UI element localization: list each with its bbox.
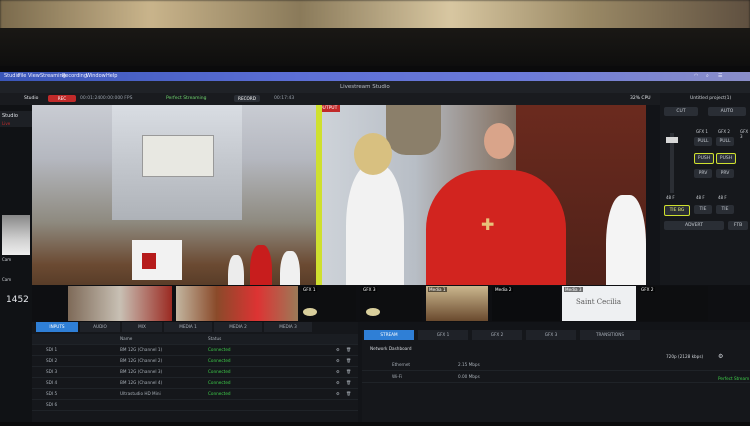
title-bar: Livestream Studio: [0, 81, 750, 93]
menu-item-window[interactable]: Window: [86, 73, 106, 79]
trash-icon[interactable]: 🗑: [346, 356, 351, 366]
tab-gfx3[interactable]: GFX 3: [526, 330, 576, 340]
project-name: Untitled project(1): [690, 96, 732, 101]
tie-bg-button[interactable]: TIE BG: [664, 205, 690, 216]
tab-stream[interactable]: STREAM: [364, 330, 414, 340]
settings-icon[interactable]: ⚙: [336, 389, 340, 399]
perfect-stream-status: Perfect Stream: [718, 376, 750, 381]
menu-item-file[interactable]: File: [18, 73, 26, 79]
table-row[interactable]: SDI 6: [32, 400, 358, 411]
tab-audio[interactable]: AUDIO: [80, 322, 120, 332]
gfx2-prv-button[interactable]: PRV: [716, 169, 734, 178]
source-thumb[interactable]: GFX 3: [360, 286, 422, 321]
header-name: Name: [120, 336, 133, 341]
source-thumb[interactable]: Media 2: [492, 286, 560, 321]
trash-icon[interactable]: 🗑: [346, 378, 351, 388]
left-sidebar: Studio Live Cam Cam 1452: [0, 105, 32, 422]
tab-media3[interactable]: MEDIA 3: [264, 322, 312, 332]
sidebar-cam-label-2: Cam: [2, 277, 12, 282]
status-toolbar: Studio REC 00:01:24 00:00:00 0 FPS Perfe…: [0, 93, 660, 105]
sidebar-live-label: Live: [2, 121, 11, 126]
trash-icon[interactable]: 🗑: [346, 345, 351, 355]
source-thumb[interactable]: Media 1: [426, 286, 488, 321]
tab-media2[interactable]: MEDIA 2: [214, 322, 262, 332]
menu-item-help[interactable]: Help: [106, 73, 117, 79]
table-row[interactable]: SDI 5 Ultrastudio HD Mini Connected ⚙ 🗑: [32, 389, 358, 400]
network-row: Ethernet 2.15 Mbps: [362, 360, 750, 371]
studio-label: Studio: [24, 96, 39, 101]
tab-transitions[interactable]: TRANSITIONS: [580, 330, 640, 340]
source-thumb[interactable]: [68, 286, 172, 321]
source-thumb[interactable]: [176, 286, 298, 321]
gfx2-push-button[interactable]: PUSH: [716, 153, 736, 164]
gfx2-label: GFX 2: [718, 129, 730, 134]
tbar-handle[interactable]: [666, 137, 678, 143]
rec-badge: REC: [48, 95, 76, 102]
gfx1-pull-button[interactable]: PULL: [694, 137, 712, 146]
source-thumb[interactable]: GFX 2: [638, 286, 708, 321]
fps-readout: 0 FPS: [120, 96, 133, 101]
network-dashboard-title: Network Dashboard: [370, 346, 412, 351]
timecode-1: 00:01:24: [80, 96, 101, 101]
table-row[interactable]: SDI 4 BM 12G (Channel 4) Connected ⚙ 🗑: [32, 378, 358, 389]
header-status: Status: [208, 336, 222, 341]
wifi-icon: ◠: [694, 73, 699, 79]
tab-inputs[interactable]: INPUTS: [36, 322, 78, 332]
tab-gfx1[interactable]: GFX 1: [418, 330, 468, 340]
table-row[interactable]: SDI 1 BM 12G (Channel 1) Connected ⚙ 🗑: [32, 345, 358, 356]
table-row[interactable]: SDI 3 BM 12G (Channel 3) Connected ⚙ 🗑: [32, 367, 358, 378]
inputs-panel: INPUTS AUDIO MIX MEDIA 1 MEDIA 2 MEDIA 3…: [32, 322, 358, 422]
search-icon[interactable]: ⌕: [706, 73, 709, 79]
settings-icon[interactable]: ⚙: [336, 367, 340, 377]
menu-item-recording[interactable]: Recording: [62, 73, 87, 79]
tie-button-1[interactable]: TIE: [694, 205, 712, 214]
tie-button-2[interactable]: TIE: [716, 205, 734, 214]
tab-mix[interactable]: MIX: [122, 322, 162, 332]
media3-title: Saint Cecilia: [576, 298, 622, 306]
table-header: Name Status: [32, 334, 358, 345]
advert-button[interactable]: ADVERT: [664, 221, 724, 230]
gfx1-push-button[interactable]: PUSH: [694, 153, 714, 164]
gear-icon[interactable]: ⚙: [718, 353, 723, 360]
cpu-readout: 32% CPU: [630, 96, 651, 101]
tab-gfx2[interactable]: GFX 2: [472, 330, 522, 340]
gfx1-prv-button[interactable]: PRV: [694, 169, 712, 178]
settings-icon[interactable]: ⚙: [336, 378, 340, 388]
cross-icon: ✚: [481, 215, 495, 234]
ftb-button[interactable]: FTB: [728, 221, 748, 230]
gfx3-label: GFX 3: [740, 129, 749, 139]
stream-status: Perfect Streaming: [166, 96, 207, 101]
sidebar-cam-label-1: Cam: [2, 257, 12, 262]
trash-icon[interactable]: 🗑: [346, 389, 351, 399]
sidebar-count: 1452: [6, 295, 29, 305]
source-thumb[interactable]: GFX 1: [300, 286, 356, 321]
window-title: Livestream Studio: [340, 84, 390, 90]
app-screen: Studio File View Streaming Recording Win…: [0, 72, 750, 422]
frames-1: 48 F: [666, 195, 675, 200]
tab-media1[interactable]: MEDIA 1: [164, 322, 212, 332]
network-row: Wi-Fi 0.00 Mbps: [362, 372, 750, 383]
settings-icon[interactable]: ⚙: [336, 345, 340, 355]
gfx2-pull-button[interactable]: PULL: [716, 137, 734, 146]
gfx1-label: GFX 1: [696, 129, 708, 134]
timecode-2: 00:00:00: [100, 96, 121, 101]
source-thumbnails: GFX 1 GFX 3 Media 1 Media 2 Media 3 Sain…: [32, 285, 750, 322]
cut-button[interactable]: CUT: [664, 107, 698, 116]
frames-3: 48 F: [718, 195, 727, 200]
record-time: 00:17:43: [274, 96, 295, 101]
sidebar-studio-label: Studio: [2, 113, 18, 119]
frames-2: 48 F: [696, 195, 705, 200]
control-center-icon[interactable]: ☰: [718, 73, 722, 79]
menu-item-view[interactable]: View: [28, 73, 40, 79]
settings-icon[interactable]: ⚙: [336, 356, 340, 366]
trash-icon[interactable]: 🗑: [346, 367, 351, 377]
stream-quality[interactable]: 720p (2128 kbps): [666, 354, 703, 359]
record-button[interactable]: RECORD: [234, 95, 260, 102]
sidebar-camera-thumb[interactable]: [2, 215, 30, 255]
stream-panel: STREAM GFX 1 GFX 2 GFX 3 TRANSITIONS Net…: [362, 330, 750, 422]
menu-bar: Studio File View Streaming Recording Win…: [0, 72, 750, 81]
auto-button[interactable]: AUTO: [708, 107, 746, 116]
table-row[interactable]: SDI 2 BM 12G (Channel 2) Connected ⚙ 🗑: [32, 356, 358, 367]
source-thumb[interactable]: Media 3 Saint Cecilia: [562, 286, 636, 321]
